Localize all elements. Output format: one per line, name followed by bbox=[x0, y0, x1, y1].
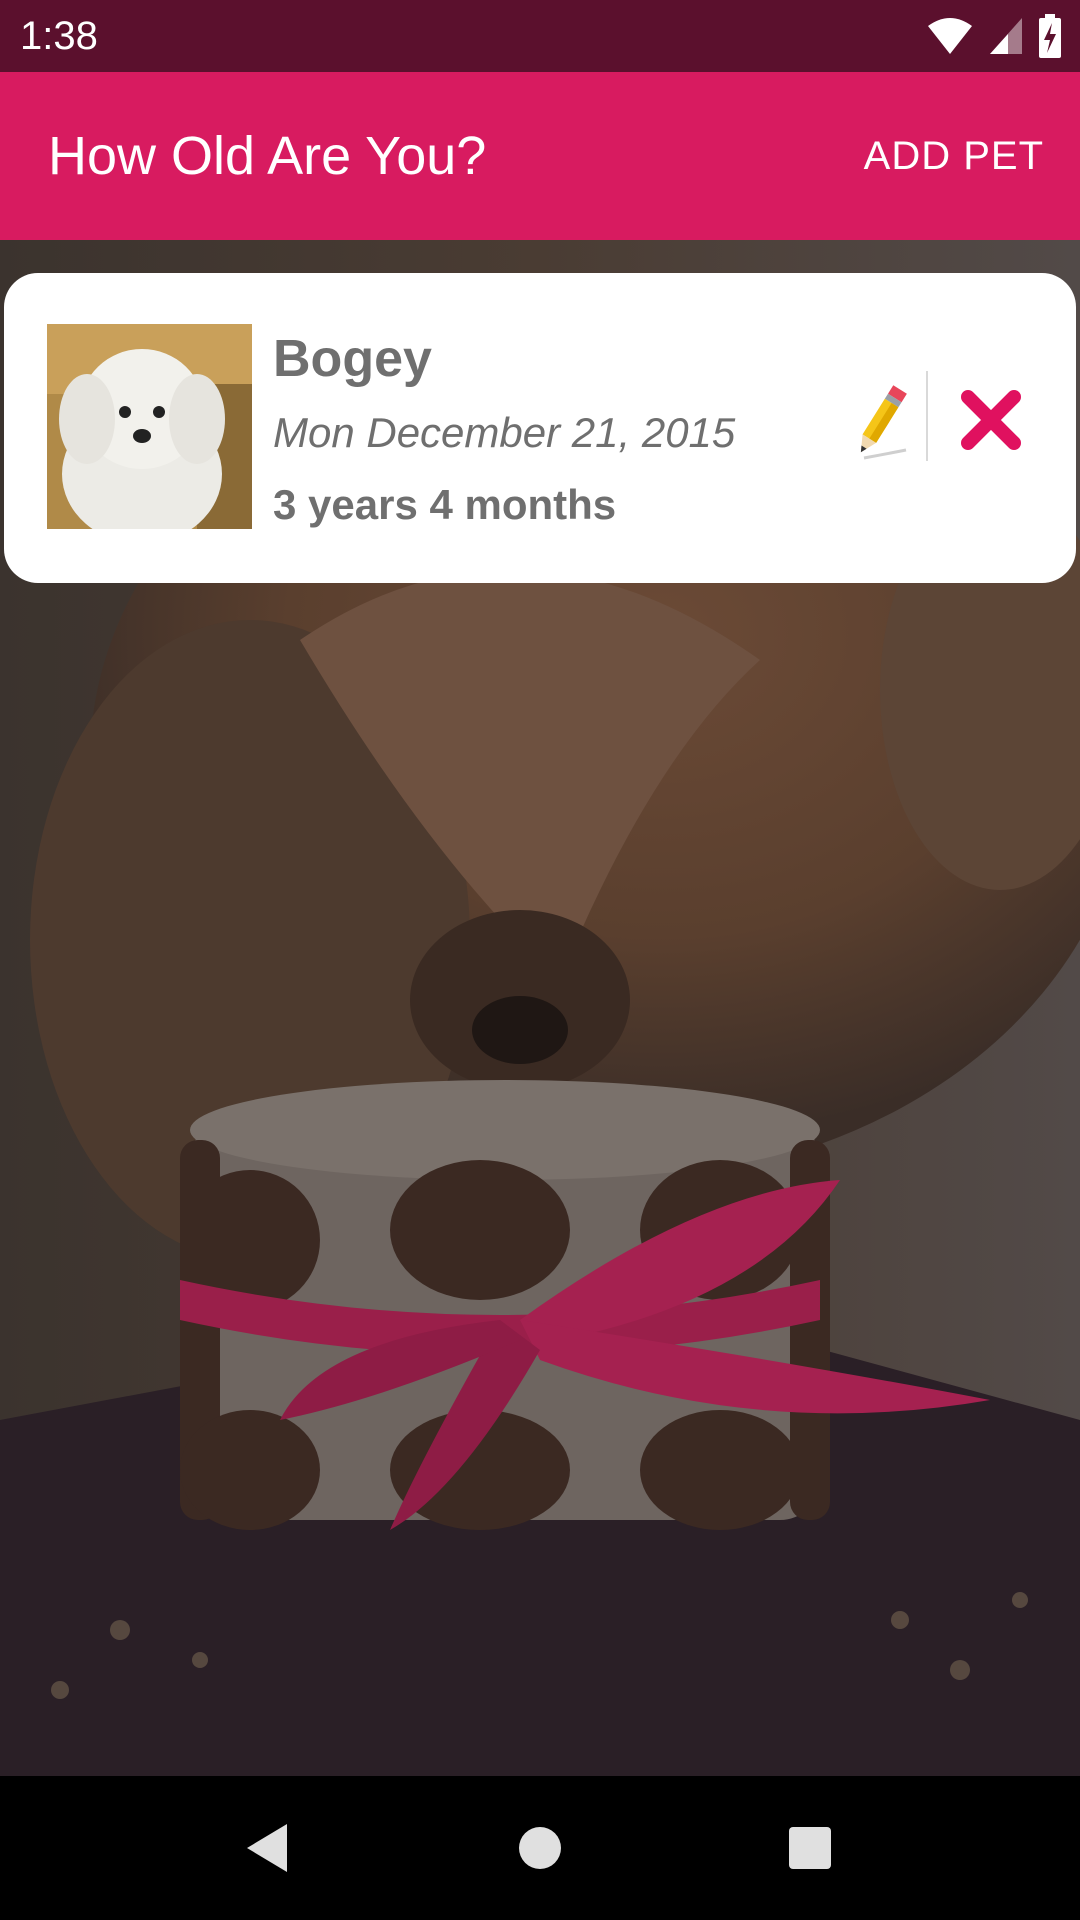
app-bar: How Old Are You? ADD PET bbox=[0, 72, 1080, 240]
pet-birthdate: Mon December 21, 2015 bbox=[273, 409, 736, 456]
app-title: How Old Are You? bbox=[48, 126, 487, 186]
pencil-icon bbox=[860, 385, 907, 460]
pet-card[interactable]: Bogey Mon December 21, 2015 3 years 4 mo… bbox=[4, 273, 1076, 583]
battery-charging-icon bbox=[1039, 14, 1061, 58]
recents-button[interactable] bbox=[774, 1812, 846, 1884]
wifi-icon bbox=[928, 18, 972, 54]
back-button[interactable] bbox=[230, 1812, 302, 1884]
nav-bar bbox=[0, 1776, 1080, 1920]
home-icon bbox=[519, 1827, 561, 1869]
pet-name: Bogey bbox=[273, 330, 432, 388]
add-pet-button[interactable]: ADD PET bbox=[864, 130, 1044, 182]
pet-age: 3 years 4 months bbox=[273, 481, 617, 528]
delete-pet-button[interactable] bbox=[960, 389, 1022, 451]
status-time: 1:38 bbox=[20, 14, 98, 58]
action-divider bbox=[926, 371, 928, 461]
recents-icon bbox=[789, 1827, 831, 1869]
edit-pet-button[interactable] bbox=[850, 380, 912, 460]
status-bar: 1:38 bbox=[0, 0, 1080, 72]
pet-photo bbox=[47, 324, 252, 529]
signal-icon bbox=[990, 18, 1022, 54]
close-icon bbox=[961, 390, 1021, 450]
status-icons bbox=[926, 14, 1062, 58]
home-button[interactable] bbox=[504, 1812, 576, 1884]
back-icon bbox=[247, 1824, 287, 1872]
